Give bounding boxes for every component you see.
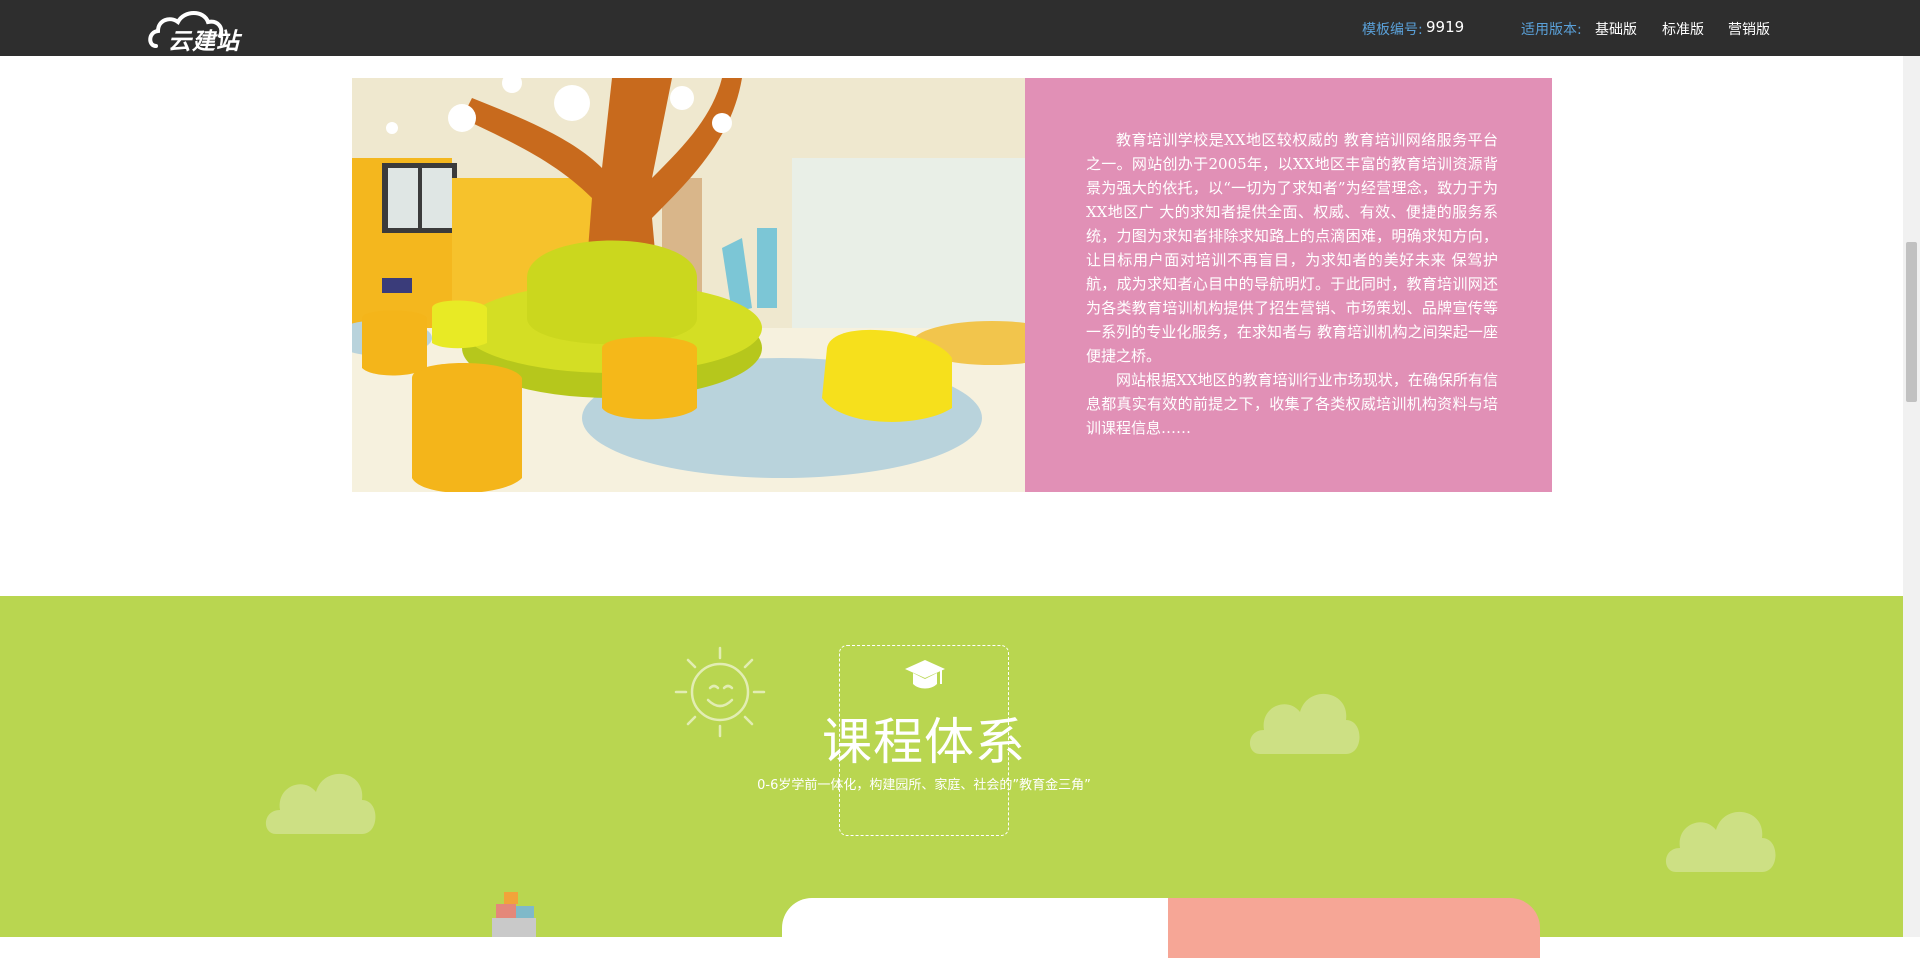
intro-paragraph: 网站根据XX地区的教育培训行业市场现状，在确保所有信息都真实有效的前提之下，收集… <box>1086 371 1498 437</box>
template-number-label: 模板编号: <box>1362 22 1423 38</box>
version-marketing-link[interactable]: 营销版 <box>1728 19 1770 39</box>
course-card[interactable] <box>782 898 1172 958</box>
cloud-icon <box>1665 811 1776 872</box>
classroom-photo <box>352 78 1025 492</box>
top-bar: 云建站 模板编号: 9919 适用版本: 基础版 标准版 营销版 <box>0 0 1920 56</box>
intro-paragraph: 教育培训学校是XX地区较权威的 教育培训网络服务平台之一。网站创办于2005年，… <box>1086 131 1498 365</box>
intro-text: 教育培训学校是XX地区较权威的 教育培训网络服务平台之一。网站创办于2005年，… <box>1086 128 1498 440</box>
course-section-subtitle: 0-6岁学前一体化，构建园所、家庭、社会的”教育金三角” <box>757 778 1091 793</box>
toy-blocks-icon <box>492 892 536 937</box>
sun-icon <box>674 646 766 738</box>
cloud-icon <box>1249 693 1360 754</box>
graduation-cap-icon <box>905 660 945 689</box>
version-label: 适用版本: <box>1521 22 1582 38</box>
course-card-image[interactable] <box>1168 898 1540 958</box>
logo-text[interactable]: 云建站 <box>168 22 240 56</box>
page-scrollbar[interactable] <box>1903 56 1920 937</box>
course-section-title: 课程体系 <box>822 713 1026 771</box>
version-basic-link[interactable]: 基础版 <box>1595 19 1637 39</box>
scrollbar-thumb[interactable] <box>1906 242 1917 402</box>
cloud-icon <box>265 773 376 834</box>
version-standard-link[interactable]: 标准版 <box>1662 19 1704 39</box>
template-number-value: 9919 <box>1426 18 1465 36</box>
